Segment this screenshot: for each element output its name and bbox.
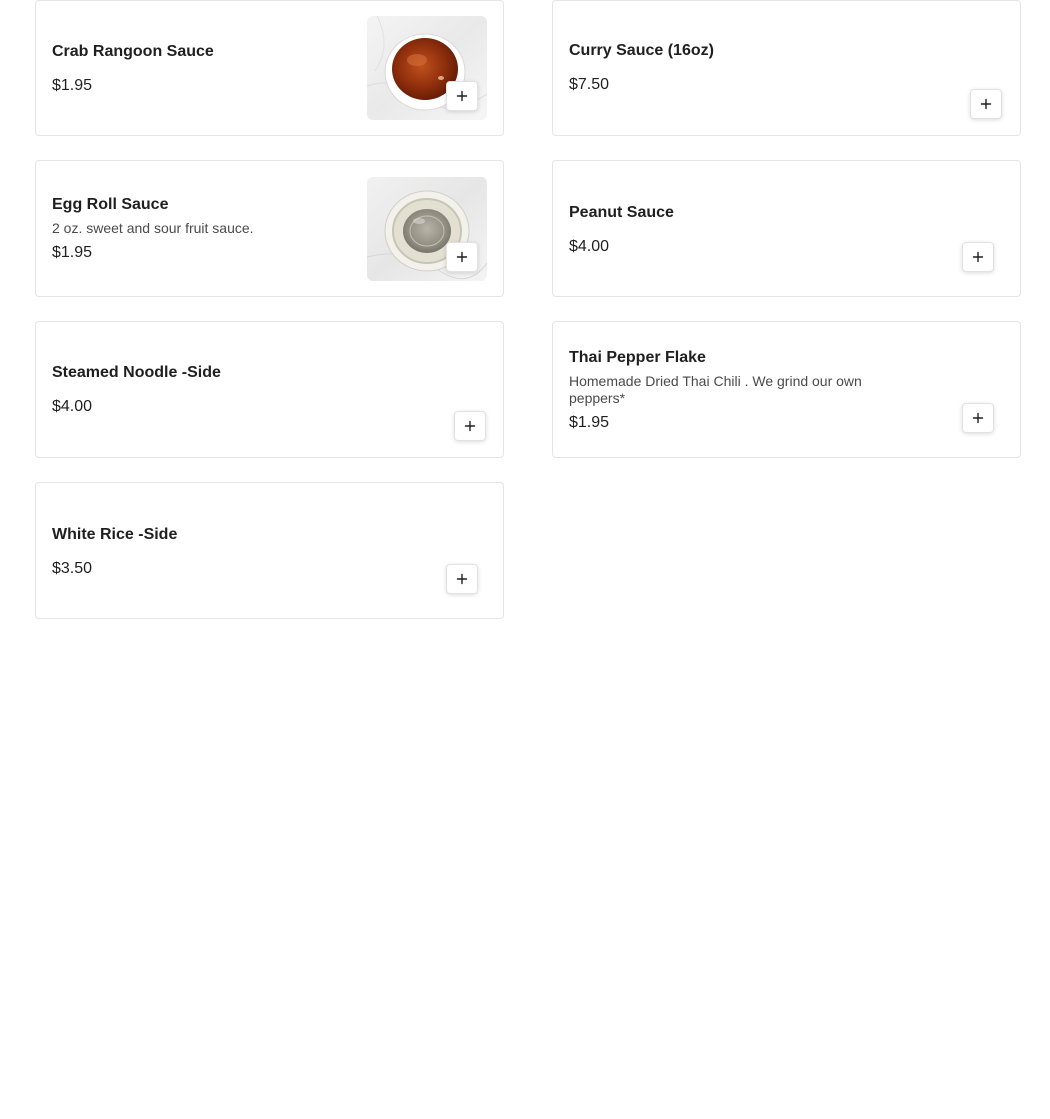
plus-icon [456, 90, 468, 102]
plus-icon [456, 573, 468, 585]
item-name: Peanut Sauce [569, 204, 674, 221]
plus-icon [972, 412, 984, 424]
item-name: Egg Roll Sauce [52, 196, 169, 213]
plus-icon [980, 98, 992, 110]
item-price: $4.00 [52, 398, 93, 415]
add-to-cart-button[interactable] [962, 403, 994, 433]
menu-item-card[interactable]: Crab Rangoon Sauce $1.95 [35, 0, 504, 136]
add-to-cart-button[interactable] [970, 89, 1002, 119]
item-name: Curry Sauce (16oz) [569, 42, 714, 59]
plus-icon [456, 251, 468, 263]
menu-item-card[interactable]: Egg Roll Sauce 2 oz. sweet and sour frui… [35, 160, 504, 297]
item-price: $1.95 [52, 244, 93, 261]
item-price: $1.95 [52, 77, 93, 94]
item-price: $7.50 [569, 76, 610, 93]
add-to-cart-button[interactable] [446, 564, 478, 594]
add-to-cart-button[interactable] [454, 411, 486, 441]
menu-item-card[interactable]: Steamed Noodle -Side $4.00 [35, 321, 504, 458]
item-name: White Rice -Side [52, 526, 178, 543]
add-to-cart-button[interactable] [446, 81, 478, 111]
item-description: Homemade Dried Thai Chili . We grind our… [569, 373, 862, 406]
add-to-cart-button[interactable] [962, 242, 994, 272]
item-name: Thai Pepper Flake [569, 349, 706, 366]
add-to-cart-button[interactable] [446, 242, 478, 272]
item-price: $4.00 [569, 238, 610, 255]
item-name: Steamed Noodle -Side [52, 364, 221, 381]
item-name: Crab Rangoon Sauce [52, 43, 214, 60]
menu-item-card[interactable]: Peanut Sauce $4.00 [552, 160, 1021, 297]
menu-item-card[interactable]: White Rice -Side $3.50 [35, 482, 504, 619]
plus-icon [972, 251, 984, 263]
menu-item-card[interactable]: Curry Sauce (16oz) $7.50 [552, 0, 1021, 136]
item-description: 2 oz. sweet and sour fruit sauce. [52, 220, 254, 236]
item-price: $1.95 [569, 414, 610, 431]
plus-icon [464, 420, 476, 432]
item-price: $3.50 [52, 560, 93, 577]
menu-item-card[interactable]: Thai Pepper Flake Homemade Dried Thai Ch… [552, 321, 1021, 458]
